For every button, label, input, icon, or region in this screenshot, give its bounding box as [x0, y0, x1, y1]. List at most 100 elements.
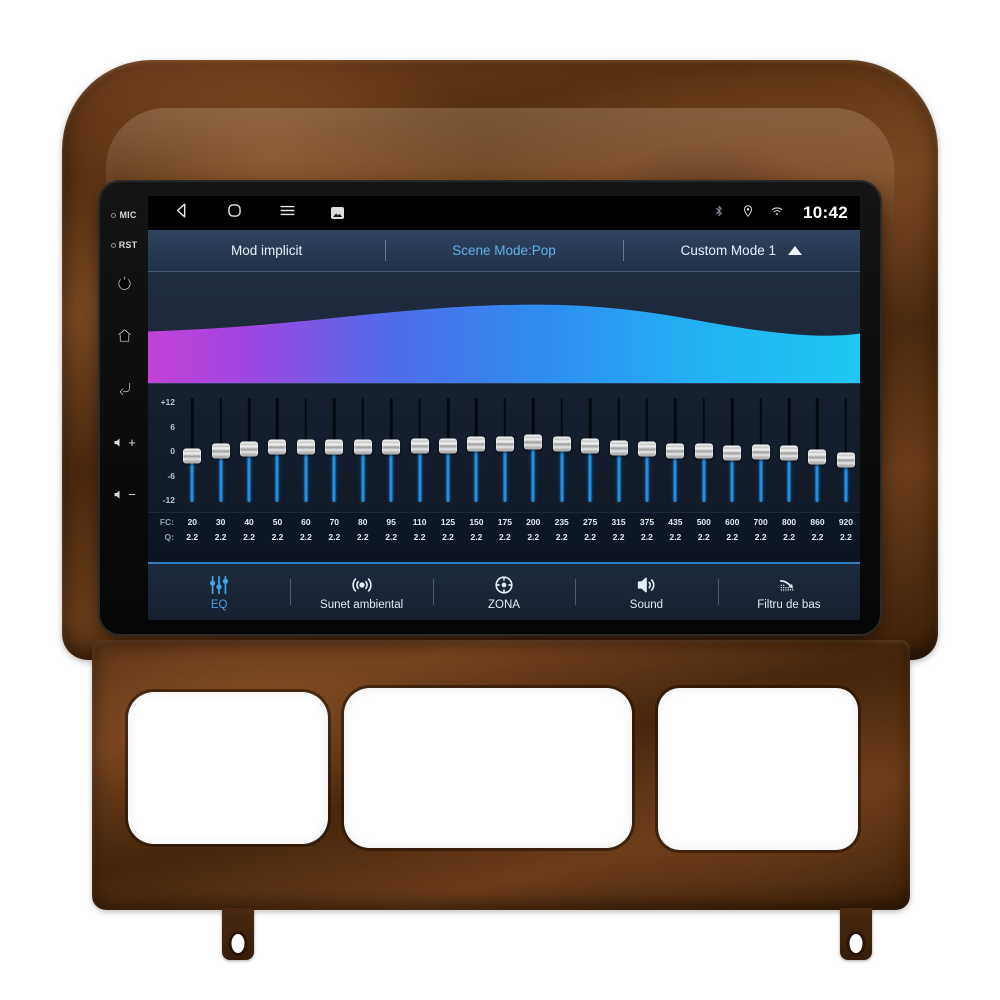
default-mode-button[interactable]: Mod implicit [148, 230, 385, 271]
nav-item-sunet-ambiental[interactable]: Sunet ambiental [290, 564, 432, 620]
slider-knob[interactable] [637, 441, 656, 457]
eq-band-slider[interactable] [263, 390, 291, 508]
volume-down-button[interactable]: − [107, 468, 141, 520]
slider-knob[interactable] [296, 439, 315, 455]
eq-band-slider[interactable] [803, 390, 831, 508]
slider-knob[interactable] [183, 448, 202, 464]
slider-knob[interactable] [666, 443, 685, 459]
slider-knob[interactable] [410, 438, 429, 454]
q-value: 2.2 [840, 531, 852, 542]
eq-band-slider[interactable] [491, 390, 519, 508]
slider-knob[interactable] [780, 445, 799, 461]
nav-item-sound[interactable]: Sound [575, 564, 717, 620]
eq-band-slider[interactable] [349, 390, 377, 508]
nav-item-zona[interactable]: ZONA [432, 564, 575, 620]
eq-band-slider[interactable] [746, 390, 774, 508]
slider-knob[interactable] [723, 445, 742, 461]
slider-knob[interactable] [609, 440, 628, 456]
slider-knob[interactable] [524, 434, 543, 450]
q-value: 2.2 [214, 531, 227, 542]
slider-knob[interactable] [694, 443, 713, 459]
status-clock: 10:42 [803, 203, 848, 222]
home-button[interactable] [107, 312, 141, 364]
q-row: Q: 2.2 2.2 2.2 2.2 2.2 2.2 2.2 2.2 2.2 2.2 2.2 2.2 2… [148, 529, 860, 544]
mic-label: MIC [119, 210, 137, 220]
eq-curve-svg [148, 304, 860, 383]
back-icon[interactable] [172, 201, 191, 225]
nav-item-label: Sound [629, 598, 664, 611]
eq-band-sliders[interactable] [178, 390, 860, 508]
triangle-up-icon[interactable] [787, 246, 802, 255]
slider-knob[interactable] [808, 449, 827, 465]
volume-up-icon: + [112, 435, 136, 450]
eq-band-slider[interactable] [235, 390, 263, 508]
mic-hole-icon [111, 212, 117, 218]
slider-knob[interactable] [353, 439, 372, 455]
custom-mode-button[interactable]: Custom Mode 1 [622, 230, 860, 271]
fc-value: 50 [272, 516, 283, 527]
fc-value: 95 [386, 516, 396, 527]
menu-icon[interactable] [278, 201, 297, 225]
fc-value: 500 [696, 516, 711, 527]
slider-fill [503, 443, 507, 502]
slider-fill [332, 446, 336, 502]
default-mode-label: Mod implicit [231, 243, 303, 258]
eq-band-slider[interactable] [576, 390, 604, 508]
eq-band-slider[interactable] [604, 390, 632, 508]
nav-item-filtru-de-bas[interactable]: Filtru de bas [717, 564, 860, 620]
slider-fill [645, 449, 649, 502]
home-icon[interactable] [225, 201, 244, 225]
bluetooth-icon [712, 204, 726, 223]
q-value: 2.2 [754, 531, 767, 542]
fc-label: FC: [159, 516, 174, 527]
eq-band-slider[interactable] [320, 390, 348, 508]
slider-knob[interactable] [211, 443, 230, 459]
slider-knob[interactable] [552, 436, 571, 452]
eq-band-slider[interactable] [519, 390, 547, 508]
slider-knob[interactable] [467, 436, 486, 452]
eq-band-slider[interactable] [775, 390, 803, 508]
power-button[interactable] [107, 260, 141, 312]
eq-band-slider[interactable] [434, 390, 462, 508]
eq-band-slider[interactable] [462, 390, 490, 508]
q-value: 2.2 [697, 531, 710, 542]
volume-up-button[interactable]: + [107, 416, 141, 468]
volume-up-sign: + [128, 434, 136, 450]
eq-band-slider[interactable] [292, 390, 320, 508]
slider-fill [446, 445, 450, 502]
slider-knob[interactable] [751, 444, 770, 460]
eq-band-slider[interactable] [718, 390, 746, 508]
back-button[interactable] [107, 364, 141, 416]
nav-item-eq[interactable]: EQ [148, 564, 290, 620]
screenshot-icon[interactable] [331, 207, 344, 219]
eq-band-slider[interactable] [405, 390, 433, 508]
q-value: 2.2 [641, 531, 653, 542]
eq-scale-tick: -6 [167, 470, 175, 481]
fc-value: 30 [215, 516, 226, 527]
eq-band-slider[interactable] [633, 390, 661, 508]
equalizer-icon [208, 574, 230, 596]
reset-pinhole[interactable]: RST [110, 230, 138, 260]
slider-knob[interactable] [240, 441, 259, 457]
slider-fill [617, 448, 621, 502]
touchscreen-display[interactable]: 10:42 Mod implicit Scene Mode:Pop Custom… [148, 196, 860, 620]
scene-mode-button[interactable]: Scene Mode:Pop [385, 230, 622, 271]
slider-knob[interactable] [325, 439, 344, 454]
slider-knob[interactable] [382, 439, 401, 454]
slider-knob[interactable] [439, 438, 457, 454]
slider-knob[interactable] [581, 438, 600, 454]
eq-band-slider[interactable] [206, 390, 234, 508]
slider-knob[interactable] [268, 439, 287, 455]
eq-scale-axis: +12 6 0 -6 -12 [148, 390, 178, 508]
slider-knob[interactable] [836, 452, 855, 468]
eq-band-slider[interactable] [178, 390, 206, 508]
audio-bottom-nav[interactable]: EQ Sunet ambiental ZONA Sound Filtru de bas [148, 562, 860, 620]
slider-knob[interactable] [495, 436, 514, 452]
eq-band-slider[interactable] [690, 390, 718, 508]
nav-item-label: EQ [210, 598, 228, 611]
mounting-tab-left [222, 908, 254, 960]
eq-band-slider[interactable] [377, 390, 405, 508]
eq-band-slider[interactable] [547, 390, 575, 508]
eq-band-slider[interactable] [661, 390, 689, 508]
eq-band-slider[interactable] [832, 390, 860, 508]
